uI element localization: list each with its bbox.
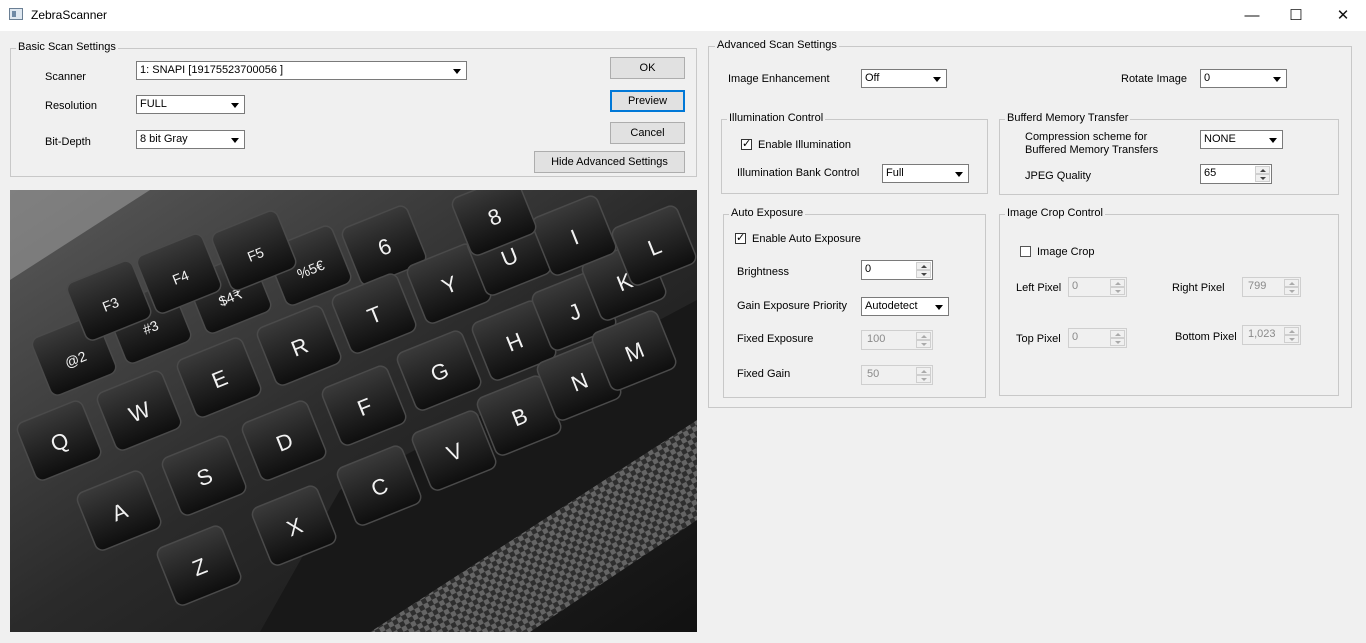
spin-up-icon[interactable]: [1284, 327, 1299, 335]
fixed-gain-value: 50: [867, 368, 880, 380]
scanner-value: 1: SNAPI [19175523700056 ]: [140, 64, 284, 76]
bottom-pixel-value: 1,023: [1248, 328, 1276, 340]
scan-preview-image: @2 #3 $4₹ %5€ 6 F3 F4 F5 Q W E R T Y U A S D F G H J K Z X C V B N M I…: [10, 190, 697, 632]
spin-down-icon[interactable]: [1110, 287, 1125, 295]
rotate-image-value: 0: [1204, 72, 1211, 84]
compression-value: NONE: [1204, 133, 1236, 145]
spin-down-icon[interactable]: [916, 270, 931, 278]
image-enhancement-label: Image Enhancement: [728, 73, 830, 85]
bottom-pixel-label: Bottom Pixel: [1175, 331, 1237, 343]
spin-down-icon[interactable]: [916, 340, 931, 348]
window-title: ZebraScanner: [31, 8, 108, 22]
spin-down-icon[interactable]: [1110, 338, 1125, 346]
fixed-gain-spinner[interactable]: 50: [861, 365, 933, 385]
fixed-gain-label: Fixed Gain: [737, 368, 791, 380]
rotate-image-label: Rotate Image: [1121, 73, 1188, 85]
spin-down-icon[interactable]: [1255, 174, 1270, 182]
left-pixel-value: 0: [1072, 280, 1079, 292]
right-pixel-label: Right Pixel: [1172, 282, 1225, 294]
minimize-button[interactable]: —: [1229, 0, 1275, 31]
left-pixel-spinner[interactable]: 0: [1068, 277, 1127, 297]
keyboard-photo-icon: @2#3$4₹%5€6F3F4F5QWERTYUASDFGHJKZXCVBNMI…: [10, 190, 697, 632]
left-pixel-label: Left Pixel: [1016, 282, 1062, 294]
image-enhancement-select[interactable]: Off: [861, 69, 947, 88]
bitdepth-select[interactable]: 8 bit Gray: [136, 130, 245, 149]
jpeg-quality-value: 65: [1204, 167, 1217, 179]
enable-illumination-label[interactable]: Enable Illumination: [758, 139, 851, 151]
image-enhancement-value: Off: [865, 72, 880, 84]
hide-advanced-settings-button[interactable]: Hide Advanced Settings: [534, 151, 685, 173]
top-pixel-spinner[interactable]: 0: [1068, 328, 1127, 348]
compression-select[interactable]: NONE: [1200, 130, 1283, 149]
advanced-scan-settings-label: Advanced Scan Settings: [715, 39, 839, 51]
chevron-down-icon[interactable]: [1270, 71, 1285, 86]
brightness-label: Brightness: [737, 266, 789, 278]
chevron-down-icon[interactable]: [228, 97, 243, 112]
fixed-exposure-label: Fixed Exposure: [737, 333, 814, 345]
scanner-select[interactable]: 1: SNAPI [19175523700056 ]: [136, 61, 467, 80]
compression-label-line1: Compression scheme for: [1025, 131, 1148, 143]
image-crop-checkbox[interactable]: [1020, 246, 1031, 257]
compression-label-line2: Buffered Memory Transfers: [1025, 144, 1159, 156]
illumination-control-label: Illumination Control: [727, 112, 826, 124]
spin-up-icon[interactable]: [916, 262, 931, 270]
auto-exposure-label: Auto Exposure: [729, 207, 806, 219]
resolution-value: FULL: [140, 98, 167, 110]
bitdepth-value: 8 bit Gray: [140, 133, 188, 145]
spin-up-icon[interactable]: [1255, 166, 1270, 174]
chevron-down-icon[interactable]: [228, 132, 243, 147]
maximize-button[interactable]: ☐: [1273, 0, 1319, 31]
fixed-exposure-value: 100: [867, 333, 886, 345]
gain-exposure-priority-label: Gain Exposure Priority: [737, 300, 848, 312]
chevron-down-icon[interactable]: [930, 71, 945, 86]
illumination-bank-label: Illumination Bank Control: [737, 167, 860, 179]
gain-exposure-priority-select[interactable]: Autodetect: [861, 297, 949, 316]
cancel-button[interactable]: Cancel: [610, 122, 685, 144]
ok-button[interactable]: OK: [610, 57, 685, 79]
brightness-spinner[interactable]: 0: [861, 260, 933, 280]
right-pixel-spinner[interactable]: 799: [1242, 277, 1301, 297]
bottom-pixel-spinner[interactable]: 1,023: [1242, 325, 1301, 345]
enable-auto-exposure-checkbox[interactable]: [735, 231, 746, 244]
buffered-memory-transfer-label: Bufferd Memory Transfer: [1005, 112, 1131, 124]
right-pixel-value: 799: [1248, 280, 1267, 292]
spin-up-icon[interactable]: [1110, 330, 1125, 338]
enable-illumination-checkbox[interactable]: [741, 137, 752, 150]
basic-scan-settings-label: Basic Scan Settings: [16, 41, 118, 53]
spin-down-icon[interactable]: [1284, 335, 1299, 343]
brightness-value: 0: [865, 263, 872, 275]
gain-exposure-priority-value: Autodetect: [865, 300, 918, 312]
close-button[interactable]: ✕: [1320, 0, 1366, 31]
chevron-down-icon[interactable]: [1266, 132, 1281, 147]
scanner-label: Scanner: [45, 71, 86, 83]
spin-down-icon[interactable]: [916, 375, 931, 383]
jpeg-quality-spinner[interactable]: 65: [1200, 164, 1272, 184]
resolution-select[interactable]: FULL: [136, 95, 245, 114]
chevron-down-icon[interactable]: [952, 166, 967, 181]
spin-down-icon[interactable]: [1284, 287, 1299, 295]
image-crop-control-label: Image Crop Control: [1005, 207, 1105, 219]
spin-up-icon[interactable]: [916, 367, 931, 375]
bitdepth-label: Bit-Depth: [45, 136, 91, 148]
spin-up-icon[interactable]: [1110, 279, 1125, 287]
rotate-image-select[interactable]: 0: [1200, 69, 1287, 88]
top-pixel-value: 0: [1072, 331, 1079, 343]
enable-auto-exposure-label[interactable]: Enable Auto Exposure: [752, 233, 861, 245]
preview-button[interactable]: Preview: [610, 90, 685, 112]
spin-up-icon[interactable]: [916, 332, 931, 340]
app-icon: [9, 8, 23, 20]
title-bar: ZebraScanner — ☐ ✕: [0, 0, 1366, 31]
image-crop-control-group: [999, 214, 1339, 396]
illumination-bank-select[interactable]: Full: [882, 164, 969, 183]
resolution-label: Resolution: [45, 100, 97, 112]
jpeg-quality-label: JPEG Quality: [1025, 170, 1092, 182]
fixed-exposure-spinner[interactable]: 100: [861, 330, 933, 350]
spin-up-icon[interactable]: [1284, 279, 1299, 287]
illumination-bank-value: Full: [886, 167, 904, 179]
chevron-down-icon[interactable]: [450, 63, 465, 78]
chevron-down-icon[interactable]: [932, 299, 947, 314]
top-pixel-label: Top Pixel: [1016, 333, 1061, 345]
image-crop-label[interactable]: Image Crop: [1037, 246, 1094, 258]
